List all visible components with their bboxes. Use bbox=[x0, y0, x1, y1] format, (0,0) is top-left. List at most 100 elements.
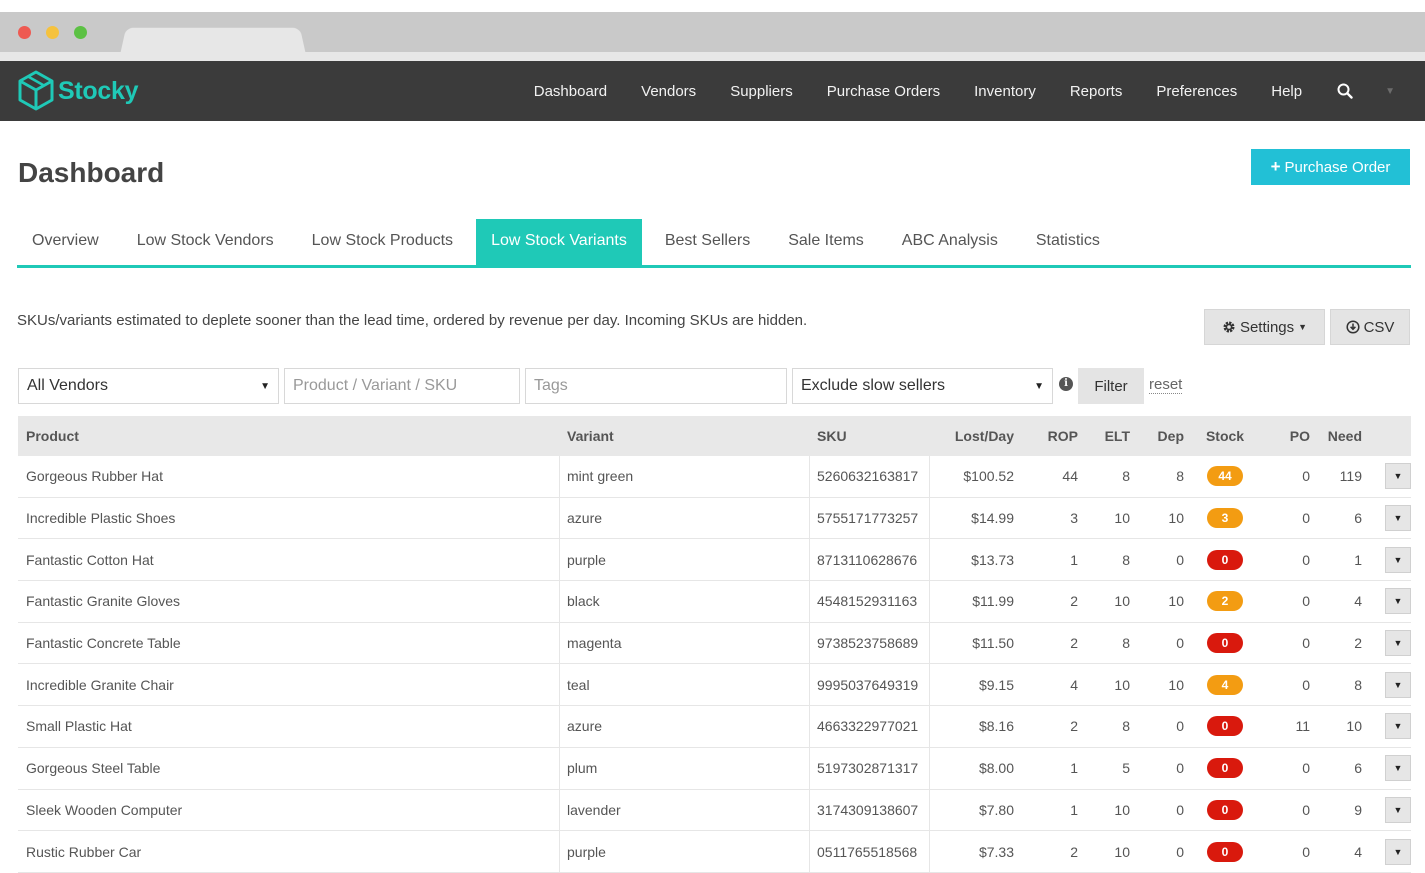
settings-button[interactable]: Settings ▼ bbox=[1204, 309, 1325, 345]
sku-cell: 5197302871317 bbox=[810, 747, 930, 789]
stock-badge: 0 bbox=[1207, 716, 1243, 737]
table-row[interactable]: Fantastic Concrete Table magenta 973852375… bbox=[18, 622, 1411, 665]
tags-input[interactable]: Tags bbox=[525, 368, 787, 404]
nav-help[interactable]: Help bbox=[1254, 83, 1319, 100]
vendor-select[interactable]: All Vendors ▼ bbox=[18, 368, 279, 404]
brand-logo[interactable]: Stocky bbox=[16, 69, 138, 113]
maximize-window-dot[interactable] bbox=[74, 26, 87, 39]
row-actions-dropdown-button[interactable]: ▼ bbox=[1385, 796, 1411, 823]
tab-low-stock-vendors[interactable]: Low Stock Vendors bbox=[122, 219, 289, 265]
tab-low-stock-products[interactable]: Low Stock Products bbox=[297, 219, 468, 265]
rop-cell: 4 bbox=[1070, 676, 1078, 693]
table-row[interactable]: Incredible Granite Chair teal 999503764931… bbox=[18, 664, 1411, 707]
nav-preferences[interactable]: Preferences bbox=[1139, 83, 1254, 100]
csv-export-button[interactable]: CSV bbox=[1330, 309, 1410, 345]
add-purchase-order-button[interactable]: + Purchase Order bbox=[1251, 149, 1410, 185]
table-row[interactable]: Incredible Plastic Shoes azure 57551717732… bbox=[18, 497, 1411, 540]
row-actions-dropdown-button[interactable]: ▼ bbox=[1385, 713, 1411, 740]
filter-button[interactable]: Filter bbox=[1078, 368, 1144, 404]
slow-sellers-select[interactable]: Exclude slow sellers ▼ bbox=[792, 368, 1053, 404]
nav-inventory[interactable]: Inventory bbox=[957, 83, 1053, 100]
variant-cell: lavender bbox=[560, 789, 810, 831]
table-row[interactable]: Fantastic Granite Gloves black 45481529311… bbox=[18, 581, 1411, 623]
chevron-down-icon: ▼ bbox=[1393, 846, 1403, 857]
lost-per-day-cell: $8.16 bbox=[978, 718, 1014, 735]
chevron-down-icon[interactable]: ▼ bbox=[1375, 86, 1425, 97]
column-header-need[interactable]: Need bbox=[1310, 416, 1362, 456]
table-row[interactable]: Gorgeous Steel Table plum 5197302871317 $8.… bbox=[18, 747, 1411, 790]
tab-statistics[interactable]: Statistics bbox=[1021, 219, 1115, 265]
dep-cell: 10 bbox=[1168, 593, 1184, 610]
dep-cell: 10 bbox=[1168, 510, 1184, 527]
row-actions-cell: ▼ bbox=[1362, 623, 1411, 664]
column-header-product[interactable]: Product bbox=[18, 416, 560, 456]
row-actions-dropdown-button[interactable]: ▼ bbox=[1385, 838, 1411, 865]
tab-best-sellers[interactable]: Best Sellers bbox=[650, 219, 765, 265]
row-actions-dropdown-button[interactable]: ▼ bbox=[1385, 588, 1411, 615]
nav-purchase-orders[interactable]: Purchase Orders bbox=[810, 83, 957, 100]
need-cell: 1 bbox=[1354, 551, 1362, 568]
nav-vendors[interactable]: Vendors bbox=[624, 83, 713, 100]
row-actions-dropdown-button[interactable]: ▼ bbox=[1385, 505, 1411, 532]
column-header-variant[interactable]: Variant bbox=[560, 416, 810, 456]
need-cell: 119 bbox=[1339, 468, 1362, 485]
elt-cell: 8 bbox=[1122, 635, 1130, 652]
variant-cell: purple bbox=[560, 831, 810, 872]
nav-suppliers[interactable]: Suppliers bbox=[713, 83, 810, 100]
table-row[interactable]: Rustic Rubber Car purple 0511765518568 $7.3… bbox=[18, 831, 1411, 873]
product-cell: Sleek Wooden Computer bbox=[18, 789, 560, 831]
tab-sale-items[interactable]: Sale Items bbox=[773, 219, 879, 265]
stock-cell: 3 bbox=[1184, 498, 1256, 539]
column-header-dep[interactable]: Dep bbox=[1130, 416, 1184, 456]
chevron-down-icon: ▼ bbox=[1298, 322, 1308, 332]
elt-cell: 8 bbox=[1122, 718, 1130, 735]
product-search-input[interactable]: Product / Variant / SKU bbox=[284, 368, 520, 404]
table-row[interactable]: Gorgeous Rubber Hat mint green 52606321638… bbox=[18, 456, 1411, 498]
row-actions-cell: ▼ bbox=[1362, 456, 1411, 497]
table-body: Gorgeous Rubber Hat mint green 52606321638… bbox=[18, 456, 1411, 873]
need-cell: 4 bbox=[1354, 593, 1362, 610]
row-actions-dropdown-button[interactable]: ▼ bbox=[1385, 755, 1411, 782]
row-actions-dropdown-button[interactable]: ▼ bbox=[1385, 463, 1411, 490]
table-row[interactable]: Small Plastic Hat azure 4663322977021 $8.16… bbox=[18, 706, 1411, 748]
po-cell: 0 bbox=[1302, 760, 1310, 777]
row-actions-dropdown-button[interactable]: ▼ bbox=[1385, 671, 1411, 698]
po-cell: 0 bbox=[1302, 801, 1310, 818]
dep-cell: 0 bbox=[1176, 635, 1184, 652]
po-cell: 0 bbox=[1302, 593, 1310, 610]
lost-per-day-cell: $9.15 bbox=[978, 676, 1014, 693]
close-window-dot[interactable] bbox=[18, 26, 31, 39]
row-actions-dropdown-button[interactable]: ▼ bbox=[1385, 630, 1411, 657]
tab-abc-analysis[interactable]: ABC Analysis bbox=[887, 219, 1013, 265]
column-header-lost-day[interactable]: Lost/Day bbox=[930, 416, 1014, 456]
stock-badge: 3 bbox=[1207, 508, 1243, 529]
minimize-window-dot[interactable] bbox=[46, 26, 59, 39]
info-icon[interactable]: i bbox=[1059, 377, 1073, 391]
stock-badge: 0 bbox=[1207, 549, 1243, 570]
row-actions-dropdown-button[interactable]: ▼ bbox=[1385, 546, 1411, 573]
nav-reports[interactable]: Reports bbox=[1053, 83, 1140, 100]
chevron-down-icon: ▼ bbox=[1393, 596, 1403, 607]
product-cell: Fantastic Cotton Hat bbox=[18, 539, 560, 581]
browser-tab[interactable] bbox=[118, 27, 308, 64]
search-icon[interactable] bbox=[1319, 83, 1375, 99]
product-cell: Fantastic Concrete Table bbox=[18, 622, 560, 664]
sku-cell: 9738523758689 bbox=[810, 622, 930, 664]
column-header-po[interactable]: PO bbox=[1256, 416, 1310, 456]
column-header-rop[interactable]: ROP bbox=[1014, 416, 1078, 456]
table-row[interactable]: Sleek Wooden Computer lavender 31743091386… bbox=[18, 789, 1411, 832]
tab-low-stock-variants[interactable]: Low Stock Variants bbox=[476, 219, 642, 265]
nav-dashboard[interactable]: Dashboard bbox=[517, 83, 624, 100]
stock-badge: 4 bbox=[1207, 674, 1243, 695]
rop-cell: 2 bbox=[1070, 718, 1078, 735]
reset-link[interactable]: reset bbox=[1149, 376, 1183, 394]
elt-cell: 10 bbox=[1114, 801, 1130, 818]
column-header-stock[interactable]: Stock bbox=[1184, 416, 1256, 456]
column-header-sku[interactable]: SKU bbox=[810, 416, 930, 456]
dep-cell: 0 bbox=[1176, 801, 1184, 818]
row-actions-cell: ▼ bbox=[1362, 831, 1411, 872]
table-row[interactable]: Fantastic Cotton Hat purple 8713110628676 $… bbox=[18, 539, 1411, 582]
sku-cell: 4663322977021 bbox=[810, 706, 930, 747]
column-header-elt[interactable]: ELT bbox=[1078, 416, 1130, 456]
tab-overview[interactable]: Overview bbox=[17, 219, 114, 265]
